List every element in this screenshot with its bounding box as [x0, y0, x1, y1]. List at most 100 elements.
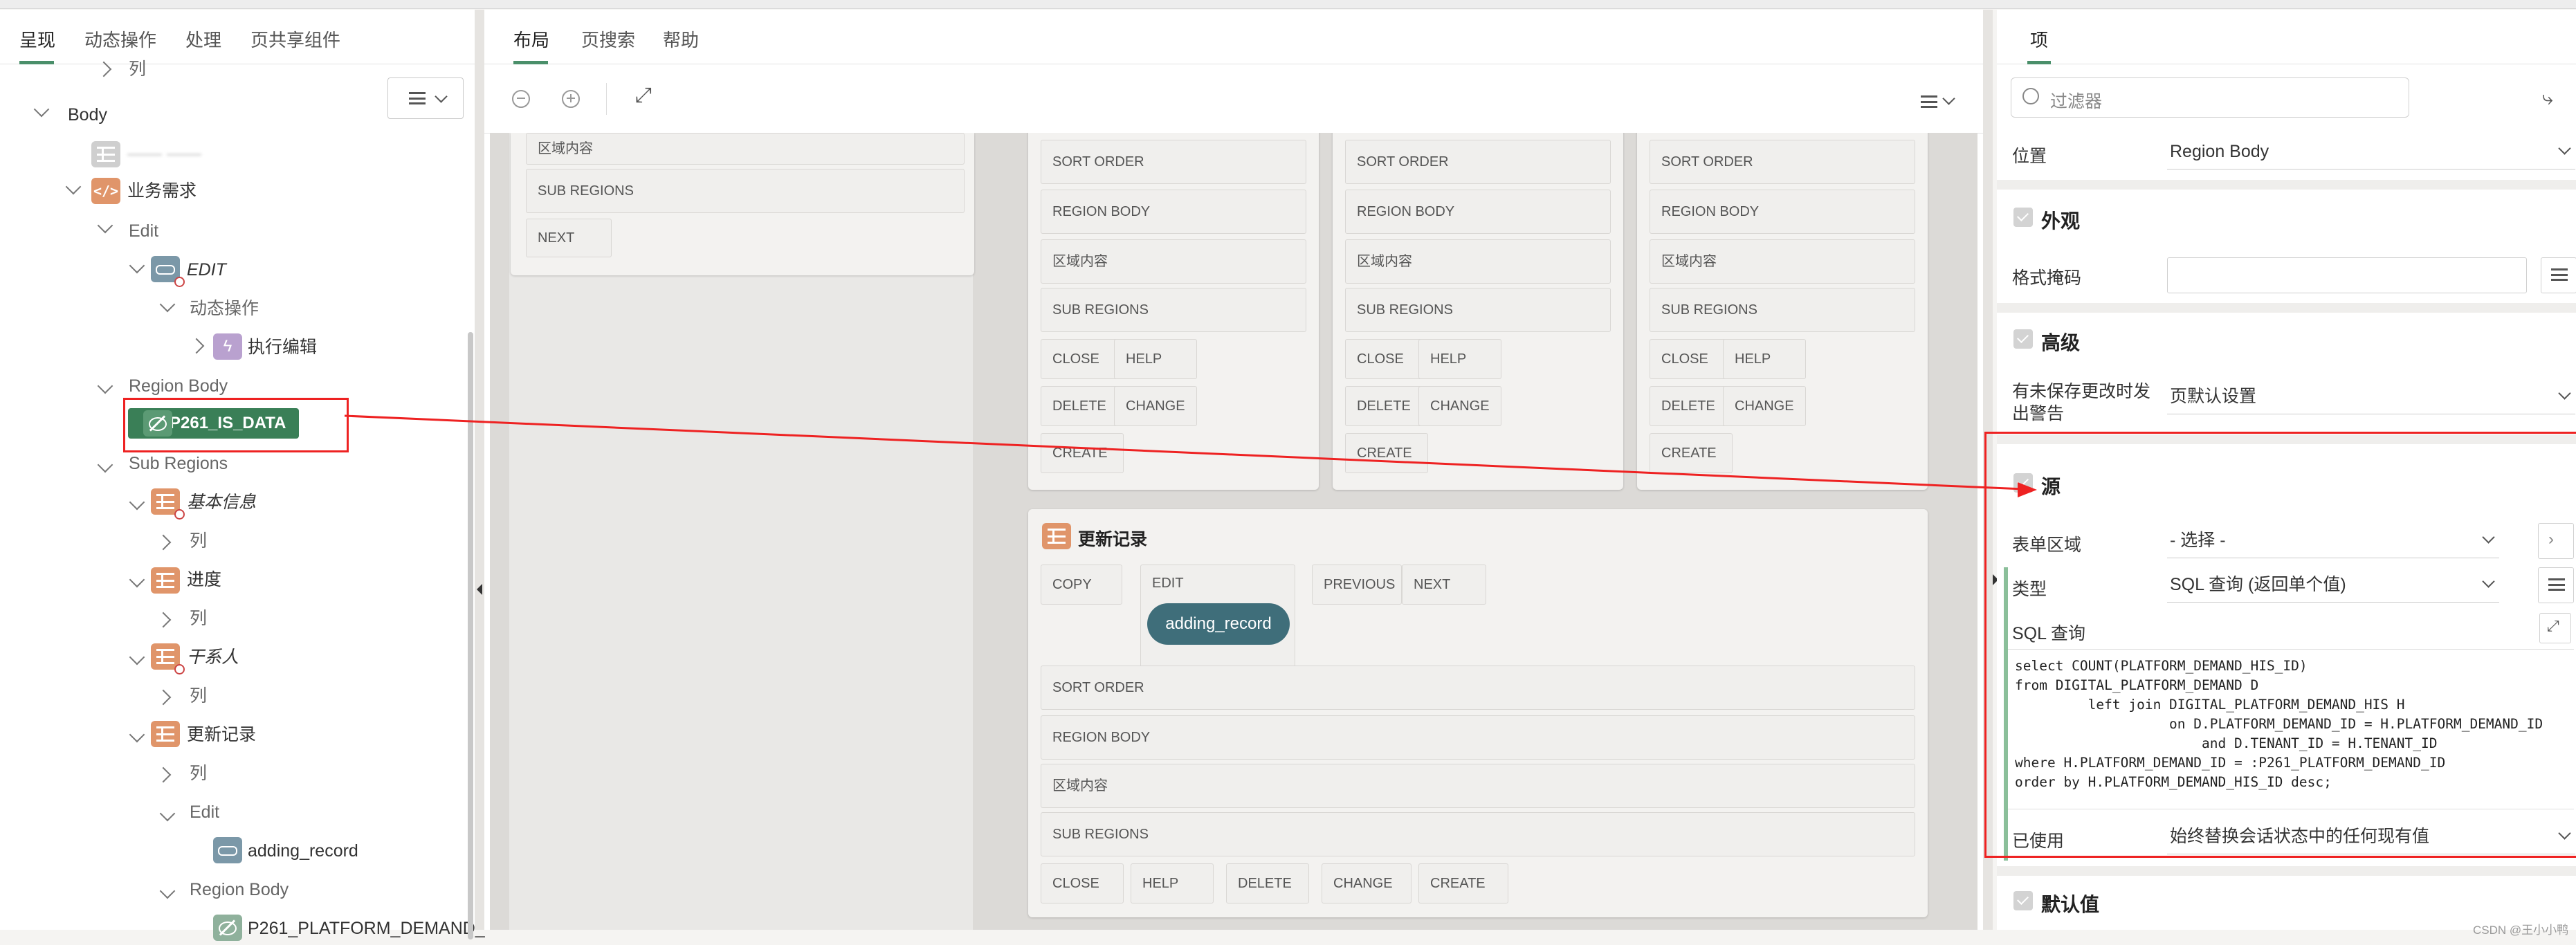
tree-item-blurred[interactable]: —— —— [127, 137, 201, 170]
format-mask-input[interactable] [2167, 257, 2527, 293]
slot-close[interactable]: CLOSE [1041, 339, 1124, 379]
slot-copy[interactable]: COPY [1041, 565, 1122, 605]
tab-dynamic-actions[interactable]: 动态操作 [84, 26, 156, 52]
region-box-col-1[interactable]: SORT ORDER REGION BODY 区域内容 SUB REGIONS … [1028, 133, 1319, 490]
chevron-down-icon[interactable] [65, 178, 82, 195]
region-box-col-2[interactable]: SORT ORDER REGION BODY 区域内容 SUB REGIONS … [1333, 133, 1623, 490]
tree-item-progress[interactable]: 进度 [187, 563, 221, 596]
slot-sort-order[interactable]: SORT ORDER [1650, 140, 1915, 184]
slot-region-body[interactable]: REGION BODY [1650, 190, 1915, 234]
slot-sub-regions[interactable]: SUB REGIONS [1650, 288, 1915, 332]
slot-delete[interactable]: DELETE [1041, 386, 1124, 426]
chevron-right-icon[interactable] [155, 534, 172, 551]
section-advanced[interactable]: 高级 [2041, 328, 2080, 356]
slot-sort-order[interactable]: SORT ORDER [1041, 666, 1915, 710]
slot-close[interactable]: CLOSE [1650, 339, 1733, 379]
chevron-down-icon[interactable] [129, 494, 145, 511]
slot-previous[interactable]: PREVIOUS [1312, 565, 1402, 605]
position-select[interactable]: Region Body [2167, 134, 2575, 169]
chevron-down-icon[interactable] [1942, 92, 1955, 105]
tree-item-edit-position-2[interactable]: Edit [190, 796, 219, 829]
tree-menu-button[interactable] [387, 77, 464, 119]
section-default-value[interactable]: 默认值 [2041, 890, 2099, 917]
slot-change[interactable]: CHANGE [1114, 386, 1197, 426]
tab-processing[interactable]: 处理 [185, 26, 221, 52]
chevron-down-icon[interactable] [97, 457, 113, 473]
region-box-left[interactable]: 区域内容 SUB REGIONS NEXT [511, 133, 974, 275]
tree-item-selected[interactable]: P261_IS_DATA [128, 408, 299, 439]
tree-item-sub-regions[interactable]: Sub Regions [129, 447, 228, 480]
slot-sub-regions[interactable]: SUB REGIONS [1345, 288, 1611, 332]
chevron-right-icon[interactable] [155, 689, 172, 706]
left-splitter[interactable] [475, 10, 484, 930]
slot-sub-regions[interactable]: SUB REGIONS [1041, 812, 1915, 856]
go-to-group-icon[interactable]: ⤷ [2542, 87, 2553, 110]
slot-close[interactable]: CLOSE [1041, 863, 1124, 903]
slot-delete[interactable]: DELETE [1226, 863, 1309, 903]
tree-item-basic-info[interactable]: 基本信息 [187, 486, 256, 519]
slot-help[interactable]: HELP [1418, 339, 1501, 379]
zoom-out-icon[interactable] [512, 90, 530, 108]
tab-help[interactable]: 帮助 [663, 26, 699, 52]
slot-region-body[interactable]: REGION BODY [1041, 715, 1915, 760]
slot-delete[interactable]: DELETE [1345, 386, 1428, 426]
chevron-down-icon[interactable] [97, 217, 113, 234]
adding-record-button[interactable]: adding_record [1147, 603, 1290, 645]
slot-region-content[interactable]: 区域内容 [1041, 239, 1306, 284]
slot-change[interactable]: CHANGE [1418, 386, 1501, 426]
tab-rendering[interactable]: 呈现 [19, 26, 55, 52]
slot-next[interactable]: NEXT [526, 219, 612, 257]
zoom-in-icon[interactable] [562, 90, 580, 108]
tree-item-col[interactable]: 列 [190, 602, 207, 635]
collapse-advanced-icon[interactable] [2013, 329, 2033, 349]
filter-input[interactable]: 过滤器 [2011, 77, 2409, 118]
tree-item-stakeholder[interactable]: 干系人 [187, 641, 239, 674]
tree-item-col-top[interactable]: 列 [129, 53, 146, 86]
tab-page-search[interactable]: 页搜索 [581, 26, 635, 52]
menu-lines-icon[interactable] [1921, 95, 1937, 108]
format-mask-list-button[interactable] [2541, 257, 2576, 293]
left-scrollbar[interactable] [468, 332, 473, 939]
tab-layout[interactable]: 布局 [513, 26, 549, 52]
tree-item-col[interactable]: 列 [190, 757, 207, 790]
slot-region-content[interactable]: 区域内容 [526, 133, 965, 165]
section-appearance[interactable]: 外观 [2041, 206, 2080, 234]
tree-item-update-record[interactable]: 更新记录 [187, 718, 256, 751]
chevron-down-icon[interactable] [33, 101, 50, 118]
slot-change[interactable]: CHANGE [1322, 863, 1412, 903]
slot-region-content[interactable]: 区域内容 [1345, 239, 1611, 284]
slot-create[interactable]: CREATE [1650, 433, 1733, 473]
tree-item-dynamic-actions[interactable]: 动态操作 [190, 292, 259, 325]
tab-shared-components[interactable]: 页共享组件 [250, 26, 340, 52]
tree-item-business[interactable]: 业务需求 [127, 174, 197, 208]
chevron-down-icon[interactable] [129, 257, 145, 274]
tree-item-platform-demand[interactable]: P261_PLATFORM_DEMAND_ [248, 912, 485, 945]
slot-next[interactable]: NEXT [1402, 565, 1486, 605]
tree-item-adding-record[interactable]: adding_record [248, 834, 358, 868]
slot-sub-regions[interactable]: SUB REGIONS [526, 169, 965, 213]
tree-item-edit-button[interactable]: EDIT [187, 253, 226, 286]
slot-region-content[interactable]: 区域内容 [1041, 764, 1915, 808]
tree-item-region-body-2[interactable]: Region Body [190, 873, 289, 906]
collapse-appearance-icon[interactable] [2013, 208, 2033, 227]
chevron-down-icon[interactable] [159, 296, 176, 313]
tree-item-col[interactable]: 列 [190, 679, 207, 713]
slot-region-body[interactable]: REGION BODY [1345, 190, 1611, 234]
collapse-left-icon[interactable] [477, 584, 482, 595]
slot-sort-order[interactable]: SORT ORDER [1345, 140, 1611, 184]
chevron-right-icon[interactable] [155, 767, 172, 783]
tree-item-edit-position[interactable]: Edit [129, 214, 158, 248]
slot-sort-order[interactable]: SORT ORDER [1041, 140, 1306, 184]
slot-delete[interactable]: DELETE [1650, 386, 1733, 426]
chevron-down-icon[interactable] [97, 378, 113, 394]
slot-help[interactable]: HELP [1723, 339, 1806, 379]
slot-help[interactable]: HELP [1114, 339, 1197, 379]
slot-sub-regions[interactable]: SUB REGIONS [1041, 288, 1306, 332]
slot-create[interactable]: CREATE [1345, 433, 1428, 473]
slot-create[interactable]: CREATE [1041, 433, 1124, 473]
region-box-update-record[interactable]: 更新记录 COPY EDIT PREVIOUS NEXT adding_reco… [1028, 509, 1928, 917]
slot-create[interactable]: CREATE [1418, 863, 1508, 903]
slot-help[interactable]: HELP [1131, 863, 1214, 903]
slot-change[interactable]: CHANGE [1723, 386, 1806, 426]
chevron-down-icon[interactable] [159, 805, 176, 822]
